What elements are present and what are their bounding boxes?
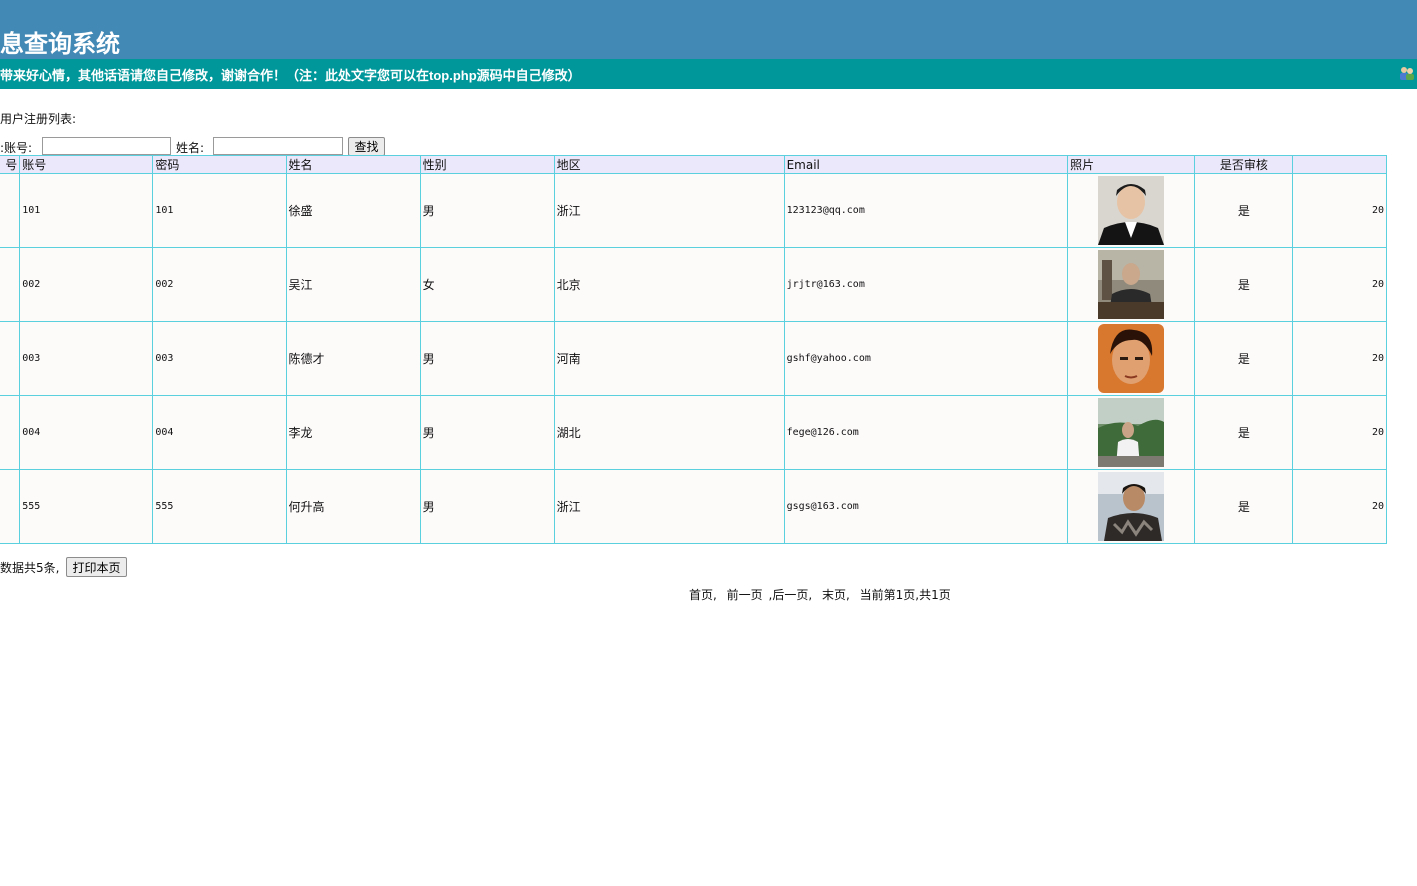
cell-account: 002 [19, 247, 154, 322]
col-header-region: 地区 [553, 155, 785, 174]
prev-page-link[interactable]: 前一页 [727, 588, 763, 602]
cell-name: 李龙 [285, 395, 421, 470]
page-status: 当前第1页,共1页 [859, 588, 951, 602]
cell-email: jrjtr@163.com [783, 247, 1069, 322]
cell-account: 003 [19, 321, 154, 396]
cell-gender: 男 [419, 321, 555, 396]
cell-date: 20 [1292, 395, 1387, 470]
cell-approved: 是 [1194, 321, 1294, 396]
cell-photo [1067, 469, 1196, 544]
col-header-date [1292, 155, 1387, 174]
col-header-name: 姓名 [285, 155, 421, 174]
cell-date: 20 [1292, 173, 1387, 248]
table-row[interactable]: 004 004 李龙 男 湖北 fege@126.com 是 20 [0, 395, 1387, 470]
col-header-email: Email [783, 155, 1069, 174]
cell-photo [1067, 321, 1196, 396]
first-page-link[interactable]: 首页, [689, 588, 717, 602]
users-icon [1400, 67, 1414, 80]
table-row[interactable]: 555 555 何升高 男 浙江 gsgs@163.com 是 20 [0, 469, 1387, 544]
page-title: 息查询系统 [0, 29, 120, 58]
cell-no [0, 247, 21, 322]
cell-date: 20 [1292, 469, 1387, 544]
cell-name: 陈德才 [285, 321, 421, 396]
search-button[interactable]: 查找 [348, 137, 385, 156]
list-heading: 用户注册列表: [0, 112, 77, 126]
table-header-row: 号 账号 密码 姓名 性别 地区 Email 照片 是否审核 [0, 155, 1387, 174]
user-photo[interactable] [1098, 398, 1165, 467]
cell-no [0, 395, 21, 470]
cell-region: 北京 [553, 247, 785, 322]
cell-account: 555 [19, 469, 154, 544]
cell-gender: 男 [419, 469, 555, 544]
cell-name: 何升高 [285, 469, 421, 544]
cell-name: 徐盛 [285, 173, 421, 248]
cell-password: 101 [152, 173, 287, 248]
user-photo[interactable] [1098, 250, 1165, 319]
marquee-text: 带来好心情，其他话语请您自己修改，谢谢合作！（注：此处文字您可以在top.php… [0, 68, 581, 83]
col-header-photo: 照片 [1067, 155, 1196, 174]
cell-region: 河南 [553, 321, 785, 396]
cell-approved: 是 [1194, 173, 1294, 248]
cell-date: 20 [1292, 247, 1387, 322]
user-photo[interactable] [1098, 176, 1165, 245]
cell-region: 浙江 [553, 173, 785, 248]
cell-password: 002 [152, 247, 287, 322]
cell-gender: 男 [419, 395, 555, 470]
cell-photo [1067, 173, 1196, 248]
cell-account: 101 [19, 173, 154, 248]
col-header-password: 密码 [152, 155, 287, 174]
cell-account: 004 [19, 395, 154, 470]
next-page-link[interactable]: ,后一页, [769, 588, 813, 602]
cell-password: 004 [152, 395, 287, 470]
name-input[interactable] [213, 137, 343, 155]
cell-email: 123123@qq.com [783, 173, 1069, 248]
cell-approved: 是 [1194, 247, 1294, 322]
account-input[interactable] [42, 137, 171, 155]
cell-date: 20 [1292, 321, 1387, 396]
cell-email: gshf@yahoo.com [783, 321, 1069, 396]
marquee-bar: 带来好心情，其他话语请您自己修改，谢谢合作！（注：此处文字您可以在top.php… [0, 59, 1417, 89]
cell-password: 555 [152, 469, 287, 544]
table-row[interactable]: 003 003 陈德才 男 河南 gshf@yahoo.com 是 20 [0, 321, 1387, 396]
cell-region: 湖北 [553, 395, 785, 470]
cell-photo [1067, 395, 1196, 470]
cell-region: 浙江 [553, 469, 785, 544]
print-button[interactable]: 打印本页 [66, 557, 127, 577]
cell-email: gsgs@163.com [783, 469, 1069, 544]
cell-no [0, 173, 21, 248]
cell-name: 吴江 [285, 247, 421, 322]
users-table: 号 账号 密码 姓名 性别 地区 Email 照片 是否审核 101 101 徐… [0, 155, 1387, 544]
cell-approved: 是 [1194, 469, 1294, 544]
cell-no [0, 469, 21, 544]
cell-approved: 是 [1194, 395, 1294, 470]
user-photo[interactable] [1098, 324, 1165, 393]
cell-gender: 男 [419, 173, 555, 248]
cell-no [0, 321, 21, 396]
cell-gender: 女 [419, 247, 555, 322]
record-count: 数据共5条, [0, 561, 60, 575]
cell-photo [1067, 247, 1196, 322]
cell-password: 003 [152, 321, 287, 396]
col-header-account: 账号 [19, 155, 154, 174]
col-header-gender: 性别 [419, 155, 555, 174]
col-header-approved: 是否审核 [1194, 155, 1294, 174]
table-row[interactable]: 101 101 徐盛 男 浙江 123123@qq.com 是 20 [0, 173, 1387, 248]
last-page-link[interactable]: 末页, [822, 588, 850, 602]
name-label: 姓名: [176, 141, 205, 155]
table-row[interactable]: 002 002 吴江 女 北京 jrjtr@163.com 是 20 [0, 247, 1387, 322]
col-header-no: 号 [0, 155, 21, 174]
account-label: :账号: [0, 141, 33, 155]
user-photo[interactable] [1098, 472, 1165, 541]
cell-email: fege@126.com [783, 395, 1069, 470]
header-title-bar: 息查询系统 [0, 0, 1417, 59]
pagination: 首页, 前一页 ,后一页, 末页, 当前第1页,共1页 [689, 586, 951, 603]
